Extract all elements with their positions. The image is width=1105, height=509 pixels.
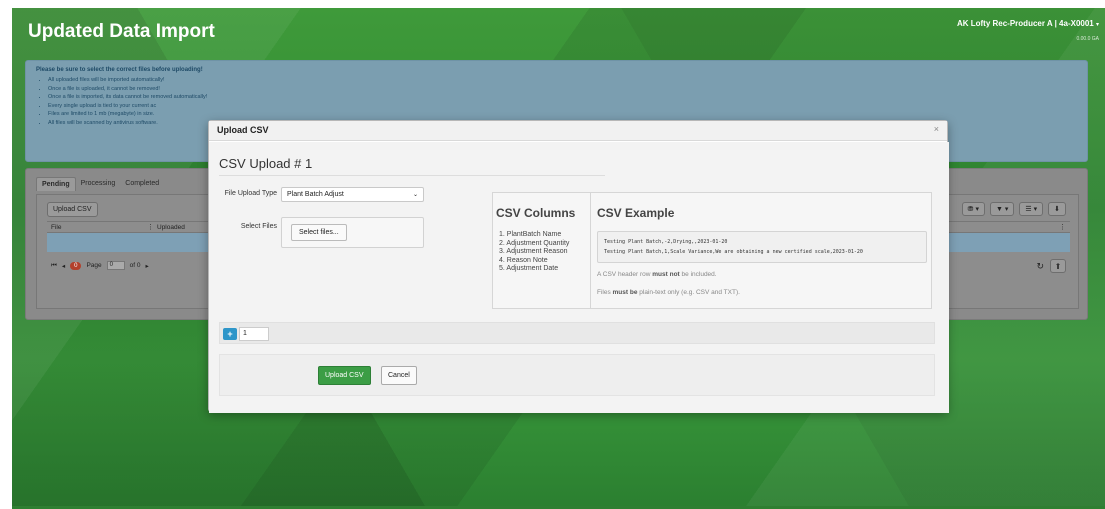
filter-menu-button[interactable]: ▼ ▾ bbox=[990, 202, 1015, 216]
download-button[interactable]: ⬇ bbox=[1048, 202, 1066, 216]
notice-item: All uploaded files will be imported auto… bbox=[48, 76, 1077, 85]
csv-example-title: CSV Example bbox=[597, 206, 675, 220]
column-menu-icon[interactable]: ⋮ bbox=[1059, 223, 1066, 231]
tab-pending[interactable]: Pending bbox=[36, 177, 76, 191]
csv-example-code: Testing Plant Batch,-2,Drying,,2023-01-2… bbox=[597, 231, 927, 263]
file-type-note: Files must be plain-text only (e.g. CSV … bbox=[597, 289, 740, 296]
export-menu-button[interactable]: ⛃ ▾ bbox=[961, 202, 985, 216]
page-of-label: of 0 bbox=[129, 262, 141, 269]
select-files-label: Select Files bbox=[240, 223, 277, 230]
notice-item: Files are limited to 1 mb (megabyte) in … bbox=[48, 110, 1077, 119]
page-label: Page bbox=[86, 262, 102, 269]
page-number-input[interactable]: 0 bbox=[106, 261, 125, 270]
column-header-file[interactable]: File bbox=[51, 224, 61, 231]
first-page-icon[interactable]: ⏮ bbox=[51, 262, 57, 270]
notice-item: Once a file is uploaded, it cannot be re… bbox=[48, 85, 1077, 94]
upload-type-select[interactable]: Plant Batch Adjust ⌄ bbox=[281, 187, 424, 202]
note-text: be included. bbox=[679, 271, 717, 278]
file-drop-zone[interactable]: Select files... bbox=[281, 217, 424, 248]
notice-item: Once a file is imported, its data cannot… bbox=[48, 93, 1077, 102]
prev-page-icon[interactable]: ◂ bbox=[62, 262, 65, 270]
csv-example-line: Testing Plant Batch,1,Scale Variance,We … bbox=[604, 249, 863, 255]
column-menu-icon[interactable]: ⋮ bbox=[147, 223, 154, 231]
csv-columns-list: 1. PlantBatch Name 2. Adjustment Quantit… bbox=[499, 231, 569, 274]
page-title: Updated Data Import bbox=[28, 21, 215, 42]
chevron-down-icon: ⌄ bbox=[412, 192, 418, 198]
upload-csv-submit-button[interactable]: Upload CSV bbox=[318, 366, 371, 385]
close-icon[interactable]: × bbox=[934, 124, 939, 134]
note-text: A CSV header row bbox=[597, 271, 653, 278]
upload-tabs: Pending Processing Completed bbox=[36, 177, 164, 191]
grid-toolbar: ⛃ ▾ ▼ ▾ ☰ ▾ ⬇ bbox=[961, 202, 1066, 216]
notice-title: Please be sure to select the correct fil… bbox=[36, 67, 203, 73]
chevron-down-icon: ▾ bbox=[1095, 22, 1099, 28]
divider bbox=[219, 175, 605, 176]
csv-format-panel: CSV Columns 1. PlantBatch Name 2. Adjust… bbox=[492, 192, 932, 309]
csv-columns-section: CSV Columns 1. PlantBatch Name 2. Adjust… bbox=[493, 193, 591, 308]
note-text: plain-text only (e.g. CSV and TXT). bbox=[637, 289, 740, 296]
list-item: 1. PlantBatch Name bbox=[499, 231, 562, 238]
cancel-button[interactable]: Cancel bbox=[381, 366, 417, 385]
csv-upload-heading: CSV Upload # 1 bbox=[219, 156, 313, 171]
note-emphasis: must be bbox=[612, 289, 638, 296]
select-files-button[interactable]: Select files... bbox=[291, 224, 347, 241]
tab-completed[interactable]: Completed bbox=[120, 177, 164, 191]
user-name: AK Lofty Rec-Producer A | 4a-X0001 bbox=[956, 19, 1094, 28]
upload-csv-modal: Upload CSV × CSV Upload # 1 File Upload … bbox=[208, 120, 949, 413]
tab-processing[interactable]: Processing bbox=[76, 177, 121, 191]
user-menu[interactable]: AK Lofty Rec-Producer A | 4a-X0001 ▾ 0.0… bbox=[957, 19, 1099, 42]
modal-body: CSV Upload # 1 File Upload Type Plant Ba… bbox=[209, 142, 949, 413]
csv-example-line: Testing Plant Batch,-2,Drying,,2023-01-2… bbox=[604, 239, 728, 245]
csv-columns-title: CSV Columns bbox=[496, 206, 576, 220]
notice-item: Every single upload is tied to your curr… bbox=[48, 102, 1077, 111]
upload-icon[interactable]: ⬆ bbox=[1050, 259, 1066, 273]
grid-refresh-tools: ↻ ⬆ bbox=[1036, 259, 1066, 273]
next-page-icon[interactable]: ▸ bbox=[146, 262, 149, 270]
list-item: 4. Reason Note bbox=[499, 256, 548, 264]
list-item: 3. Adjustment Reason bbox=[499, 248, 568, 256]
modal-title: Upload CSV bbox=[217, 125, 269, 135]
grid-pager: ⏮ ◂ 0 Page 0 of 0 ▸ bbox=[51, 261, 149, 270]
modal-footer: Upload CSV Cancel bbox=[219, 354, 935, 396]
note-text: Files bbox=[597, 289, 613, 296]
upload-type-label: File Upload Type bbox=[224, 190, 277, 197]
list-item: 5. Adjustment Date bbox=[499, 265, 559, 273]
record-count-badge: 0 bbox=[70, 261, 82, 270]
upload-csv-button[interactable]: Upload CSV bbox=[47, 202, 98, 217]
version-label: 0.00.0 GA bbox=[1076, 36, 1099, 42]
note-emphasis: must not bbox=[652, 271, 680, 278]
list-item: 2. Adjustment Quantity bbox=[499, 239, 570, 247]
upload-type-value: Plant Batch Adjust bbox=[287, 191, 344, 198]
header-row-note: A CSV header row must not be included. bbox=[597, 271, 717, 278]
modal-header: Upload CSV × bbox=[209, 121, 947, 141]
add-upload-button[interactable]: + bbox=[223, 328, 237, 340]
columns-menu-button[interactable]: ☰ ▾ bbox=[1019, 202, 1044, 216]
upload-count-input[interactable]: 1 bbox=[239, 327, 269, 341]
refresh-icon[interactable]: ↻ bbox=[1036, 261, 1044, 272]
column-header-uploaded[interactable]: Uploaded bbox=[157, 224, 185, 231]
upload-count-bar: + 1 bbox=[219, 322, 935, 344]
